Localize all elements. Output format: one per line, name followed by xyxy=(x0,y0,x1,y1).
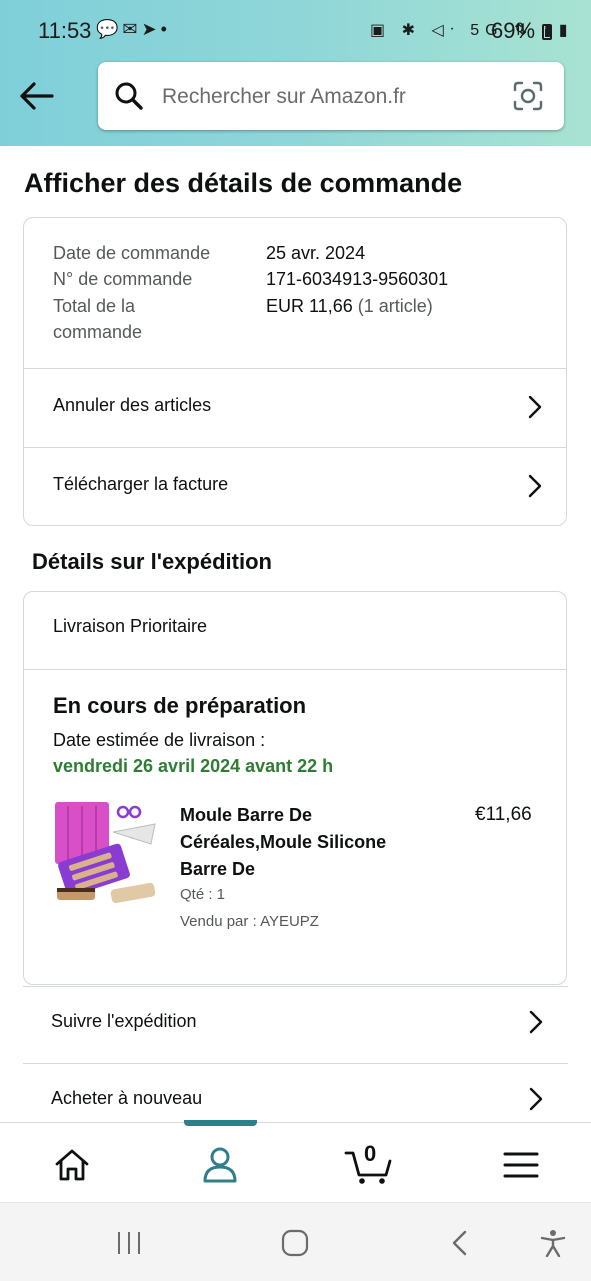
order-total-amount: EUR 11,66 xyxy=(266,296,353,316)
search-input[interactable] xyxy=(160,76,494,118)
outlook-icon: ✉ xyxy=(122,19,142,39)
search-bar[interactable] xyxy=(98,62,564,130)
bottom-nav xyxy=(0,1120,591,1203)
menu-icon[interactable] xyxy=(502,1145,542,1185)
search-icon xyxy=(115,82,143,110)
divider xyxy=(23,1063,568,1064)
track-shipment-label: Suivre l'expédition xyxy=(51,1011,197,1031)
product-title-line3: Barre De xyxy=(180,859,256,879)
status-bar: 11:53 💬✉➤• ▣ ✱ ◁ᐧ 5G ⇅ ▮▮ 69% xyxy=(0,0,591,62)
order-date-value: 25 avr. 2024 xyxy=(266,243,366,263)
order-total-label-line1: Total de la xyxy=(53,296,136,316)
recents-icon[interactable] xyxy=(115,1229,145,1257)
chevron-right-icon xyxy=(528,395,542,419)
order-number-value: 171-6034913-9560301 xyxy=(266,269,449,289)
product-price: €11,66 xyxy=(475,804,532,825)
chevron-right-icon xyxy=(529,1087,543,1111)
dot-icon: • xyxy=(160,19,171,39)
product-title-line2: Céréales,Moule Silicone xyxy=(180,832,387,852)
page-title: Afficher des détails de commande xyxy=(24,168,463,198)
home-circle-icon[interactable] xyxy=(280,1229,310,1257)
divider xyxy=(23,986,568,987)
shipment-section-title: Détails sur l'expédition xyxy=(32,549,272,574)
chevron-right-icon xyxy=(528,474,542,498)
back-arrow-icon[interactable] xyxy=(18,80,56,112)
track-shipment-row[interactable]: Suivre l'expédition xyxy=(23,986,568,1063)
product-title[interactable]: Moule Barre De Céréales,Moule Silicone B… xyxy=(180,802,420,883)
home-icon[interactable] xyxy=(52,1145,92,1185)
battery-level: 69% xyxy=(491,18,536,43)
back-chevron-icon[interactable] xyxy=(446,1229,476,1257)
buy-again-label: Acheter à nouveau xyxy=(51,1088,203,1108)
download-invoice-row[interactable]: Télécharger la facture xyxy=(24,448,566,525)
chevron-right-icon xyxy=(529,1010,543,1034)
notification-icons: 💬✉➤• xyxy=(96,19,171,40)
cancel-items-row[interactable]: Annuler des articles xyxy=(24,369,566,447)
shipment-status: En cours de préparation xyxy=(53,693,307,718)
accessibility-icon[interactable] xyxy=(538,1229,568,1257)
shipment-card: Livraison Prioritaire En cours de prépar… xyxy=(23,591,567,985)
battery-icon xyxy=(542,24,552,40)
delivery-estimate-label: Date estimée de livraison : xyxy=(53,730,266,750)
status-time: 11:53 xyxy=(38,18,92,43)
divider xyxy=(24,669,566,670)
shipping-method: Livraison Prioritaire xyxy=(53,616,208,636)
message-icon: 💬 xyxy=(96,19,123,39)
product-quantity: Qté : 1 xyxy=(180,886,226,903)
product-seller: Vendu par : AYEUPZ xyxy=(180,913,319,930)
cart-count-badge: 0 xyxy=(364,1141,377,1166)
order-date-label: Date de commande xyxy=(53,243,211,263)
account-icon[interactable] xyxy=(200,1145,240,1185)
product-thumbnail[interactable] xyxy=(55,802,159,910)
camera-scan-icon[interactable] xyxy=(512,80,544,112)
active-tab-indicator xyxy=(184,1120,257,1126)
order-total-count: (1 article) xyxy=(357,296,433,316)
product-title-line1: Moule Barre De xyxy=(180,805,313,825)
telegram-icon: ➤ xyxy=(141,19,161,39)
delivery-estimate-date: vendredi 26 avril 2024 avant 22 h xyxy=(53,756,334,776)
system-nav-bar xyxy=(0,1202,591,1281)
download-invoice-label: Télécharger la facture xyxy=(53,474,229,494)
order-number-label: N° de commande xyxy=(53,269,193,289)
order-total-value: EUR 11,66 (1 article) xyxy=(266,293,433,319)
order-total-label-line2: commande xyxy=(53,322,143,342)
order-summary-card: Date de commande 25 avr. 2024 N° de comm… xyxy=(23,217,567,526)
cancel-items-label: Annuler des articles xyxy=(53,395,212,415)
